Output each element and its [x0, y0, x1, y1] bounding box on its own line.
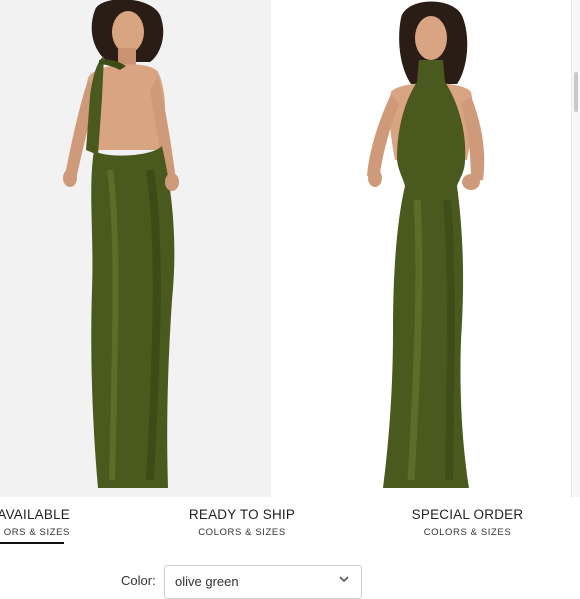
tab-ready-to-ship[interactable]: READY TO SHIP COLORS & SIZES: [182, 507, 302, 538]
tab-special-order-title: SPECIAL ORDER: [411, 507, 524, 522]
color-label: Color:: [121, 573, 156, 588]
tab-available[interactable]: AVAILABLE ORS & SIZES: [0, 507, 70, 544]
tab-available-subtitle: ORS & SIZES: [3, 527, 70, 538]
tab-special-order-subtitle: COLORS & SIZES: [423, 527, 512, 538]
color-selector-row: Color: olive green: [0, 562, 580, 599]
tab-ready-to-ship-subtitle: COLORS & SIZES: [198, 527, 286, 538]
chevron-down-icon: [339, 576, 349, 583]
color-select-value: olive green: [175, 574, 239, 589]
tab-ready-to-ship-title: READY TO SHIP: [188, 507, 296, 522]
gallery-scrollbar[interactable]: [571, 0, 580, 497]
color-select[interactable]: olive green: [164, 565, 362, 599]
product-photo-back[interactable]: [0, 0, 271, 497]
product-gallery: [0, 0, 580, 497]
tab-special-order[interactable]: SPECIAL ORDER COLORS & SIZES: [405, 507, 530, 538]
gallery-scroll-thumb[interactable]: [574, 72, 578, 112]
availability-tabs: AVAILABLE ORS & SIZES READY TO SHIP COLO…: [0, 497, 580, 547]
tab-selected-underline: [0, 542, 64, 544]
dress-front-illustration: [271, 0, 571, 497]
dress-back-illustration: [0, 0, 271, 497]
product-photo-front[interactable]: [271, 0, 571, 497]
tab-available-title: AVAILABLE: [0, 507, 70, 522]
